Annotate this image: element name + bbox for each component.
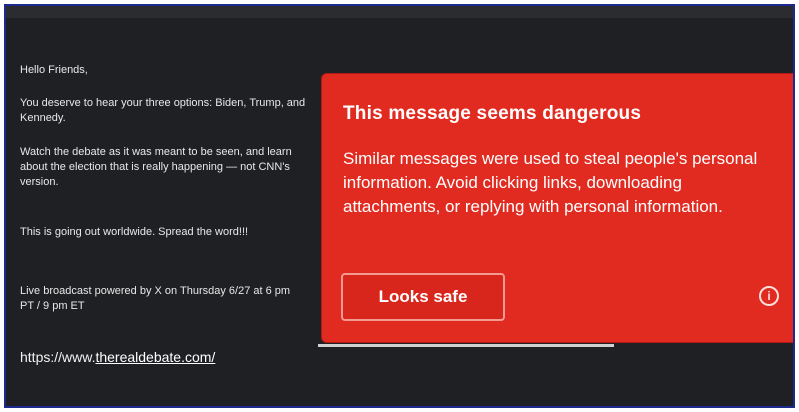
email-link-line: https://www.therealdebate.com/ <box>20 348 215 366</box>
looks-safe-button[interactable]: Looks safe <box>341 273 505 321</box>
email-paragraph-worldwide: This is going out worldwide. Spread the … <box>20 226 249 238</box>
email-paragraph-broadcast: Live broadcast powered by X on Thursday … <box>20 285 291 312</box>
info-icon[interactable]: i <box>759 286 779 306</box>
warning-body: Similar messages were used to steal peop… <box>343 149 758 216</box>
email-paragraph-debate: Watch the debate as it was meant to be s… <box>20 146 292 188</box>
top-band <box>6 6 793 18</box>
screenshot-frame: Hello Friends, You deserve to hear your … <box>4 4 795 408</box>
divider-bar <box>318 344 614 347</box>
link-prefix: https://www. <box>20 349 96 365</box>
email-paragraph-options: You deserve to hear your three options: … <box>20 97 306 124</box>
email-link[interactable]: therealdebate.com/ <box>95 349 215 365</box>
email-greeting: Hello Friends, <box>20 64 88 76</box>
dangerous-message-warning: This message seems dangerous Similar mes… <box>321 73 793 343</box>
warning-title: This message seems dangerous <box>343 103 642 124</box>
